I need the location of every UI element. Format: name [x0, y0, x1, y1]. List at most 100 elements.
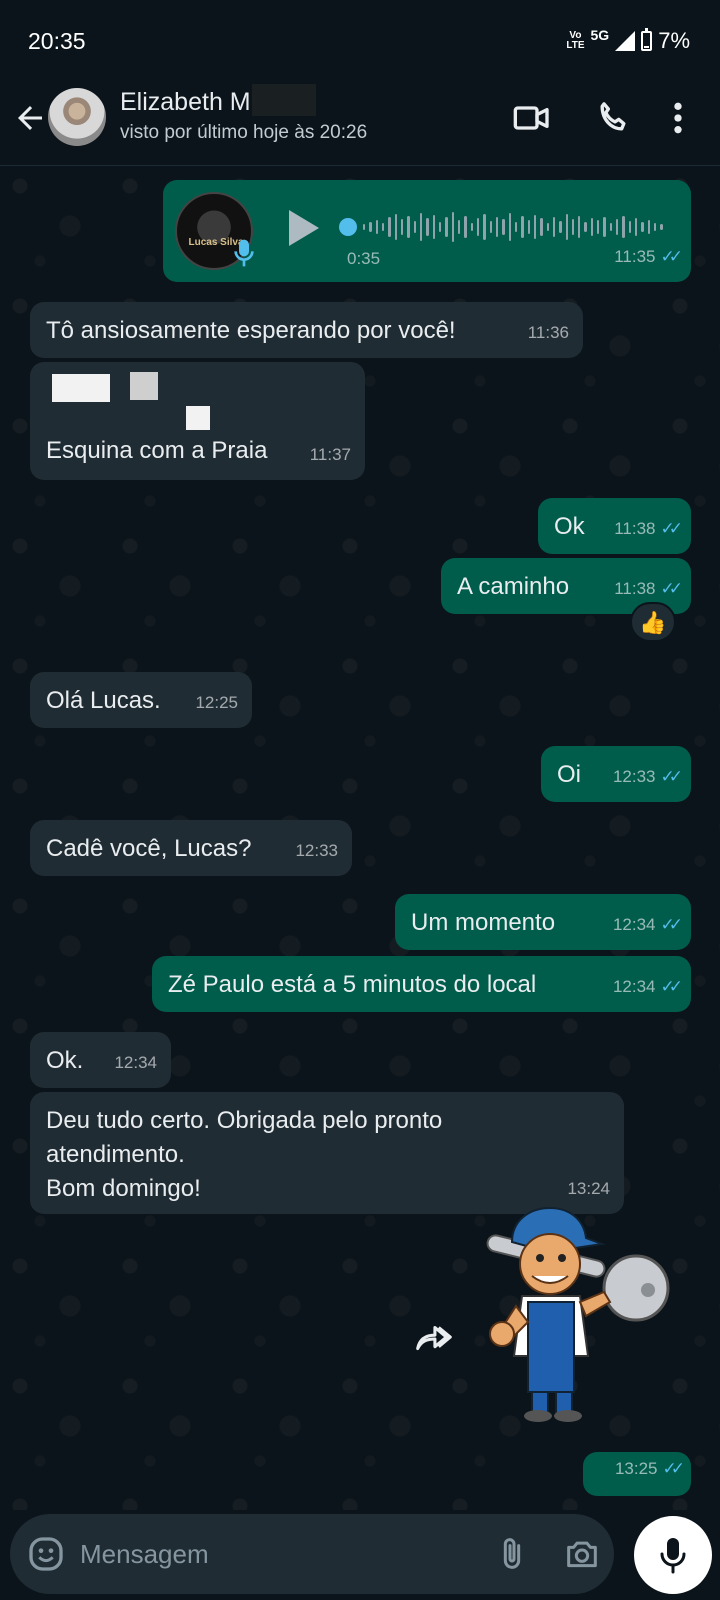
phone-icon — [600, 102, 626, 131]
message-meta: 11:37 — [310, 438, 351, 472]
composer-bar — [0, 1510, 720, 1600]
audio-scrubber[interactable] — [339, 218, 357, 236]
message-bubble-outgoing[interactable]: Zé Paulo está a 5 minutos do local 12:34… — [152, 956, 691, 1012]
message-text: A caminho — [457, 573, 570, 600]
emoji-button[interactable] — [26, 1534, 66, 1574]
video-camera-icon — [513, 106, 549, 130]
microphone-icon — [234, 239, 254, 267]
message-text: Ok — [554, 513, 585, 540]
message-time: 12:25 — [195, 693, 238, 712]
message-meta: 13:24 — [567, 1172, 610, 1206]
message-bubble-incoming[interactable]: Tô ansiosamente esperando por você! 11:3… — [30, 302, 583, 358]
message-meta: 12:34 ✓✓ — [612, 908, 683, 942]
message-meta: 12:25 — [195, 686, 238, 720]
video-call-button[interactable] — [512, 98, 552, 138]
forward-arrow-icon — [416, 1325, 452, 1351]
camera-button[interactable] — [562, 1534, 602, 1574]
volte-icon: Vo LTE — [566, 30, 585, 51]
overflow-menu-button[interactable] — [663, 98, 693, 138]
message-time: 11:38 — [614, 579, 656, 598]
read-receipt-icon: ✓✓ — [660, 977, 683, 996]
message-bubble-incoming[interactable]: Deu tudo certo. Obrigada pelo pronto ate… — [30, 1092, 624, 1214]
audio-message[interactable]: Lucas Silva 0:35 11:35 ✓✓ — [163, 180, 691, 282]
message-meta: 12:34 ✓✓ — [612, 970, 683, 1004]
read-receipt-icon: ✓✓ — [660, 915, 683, 934]
message-time: 12:33 — [295, 841, 338, 860]
message-bubble-incoming[interactable]: Olá Lucas. 12:25 — [30, 672, 252, 728]
message-meta: 12:34 — [114, 1046, 157, 1080]
arrow-left-icon — [18, 106, 42, 130]
status-indicators: Vo LTE 5G 7% — [566, 27, 690, 54]
redaction-mark — [186, 406, 210, 430]
status-time: 20:35 — [28, 28, 86, 54]
message-meta: 11:36 — [528, 316, 569, 350]
read-receipt-icon: ✓✓ — [660, 519, 683, 538]
message-text: Um momento — [411, 909, 556, 936]
sticker-image — [486, 1206, 670, 1422]
message-text: Olá Lucas. — [46, 687, 161, 714]
emoji-icon — [29, 1537, 63, 1571]
message-list[interactable]: Lucas Silva 0:35 11:35 ✓✓ Tô ansiosament… — [0, 166, 720, 1510]
message-meta: 11:35 ✓✓ — [614, 240, 683, 274]
message-input[interactable] — [80, 1532, 460, 1576]
contact-name[interactable]: Elizabeth M — [120, 88, 251, 117]
message-bubble-outgoing[interactable]: Um momento 12:34 ✓✓ — [395, 894, 691, 950]
message-text: Tô ansiosamente esperando por você! — [46, 317, 456, 344]
back-button[interactable] — [12, 100, 48, 136]
message-text: Oi — [557, 761, 581, 788]
read-receipt-icon: ✓✓ — [660, 579, 683, 598]
avatar[interactable] — [48, 88, 106, 146]
attach-button[interactable] — [492, 1534, 532, 1574]
voice-record-button[interactable] — [634, 1516, 712, 1594]
message-text: Zé Paulo está a 5 minutos do local — [168, 971, 537, 998]
locksmith-sticker[interactable] — [476, 1206, 686, 1424]
message-meta: 13:25 ✓✓ — [614, 1452, 685, 1486]
message-meta: 11:38 ✓✓ — [614, 572, 683, 606]
reaction-thumbs-up-icon[interactable]: 👍 — [630, 602, 676, 642]
message-meta: 12:33 — [295, 834, 338, 868]
message-meta: 11:38 ✓✓ — [614, 512, 683, 546]
read-receipt-icon: ✓✓ — [660, 247, 683, 266]
message-bubble-outgoing[interactable]: Oi 12:33 ✓✓ — [541, 746, 691, 802]
more-vertical-icon — [674, 102, 682, 134]
last-seen-status: visto por último hoje às 20:26 — [120, 122, 368, 143]
message-text-line: atendimento. — [46, 1141, 185, 1168]
message-time: 11:37 — [309, 445, 351, 464]
audio-duration: 0:35 — [347, 249, 381, 268]
status-bar: 20:35 Vo LTE 5G 7% — [0, 0, 720, 80]
message-bubble-incoming[interactable]: Cadê você, Lucas? 12:33 — [30, 820, 352, 876]
battery-level: 7% — [658, 28, 690, 53]
message-time: 13:25 — [614, 1459, 658, 1478]
signal-icon — [615, 31, 636, 51]
forward-button[interactable] — [410, 1316, 456, 1362]
paperclip-icon — [503, 1538, 521, 1569]
redaction-mark — [252, 84, 316, 116]
message-meta: 12:33 ✓✓ — [612, 760, 683, 794]
read-receipt-icon: ✓✓ — [662, 1459, 685, 1478]
message-time: 11:38 — [614, 519, 656, 538]
message-text: Cadê você, Lucas? — [46, 835, 252, 862]
sticker-time-badge: 13:25 ✓✓ — [583, 1452, 691, 1496]
message-text-line: Bom domingo! — [46, 1175, 201, 1202]
read-receipt-icon: ✓✓ — [660, 767, 683, 786]
message-bubble-outgoing[interactable]: Ok 11:38 ✓✓ — [538, 498, 691, 554]
battery-icon — [641, 28, 653, 51]
message-bubble-incoming[interactable]: Ok. 12:34 — [30, 1032, 171, 1088]
message-time: 12:33 — [612, 767, 656, 786]
play-button[interactable] — [289, 210, 319, 246]
composer — [10, 1514, 614, 1594]
network-type: 5G — [590, 27, 610, 43]
chat-header: Elizabeth M visto por último hoje às 20:… — [0, 80, 720, 166]
voice-call-button[interactable] — [593, 98, 633, 138]
message-text: Ok. — [46, 1047, 84, 1074]
audio-waveform[interactable] — [363, 210, 663, 244]
message-time: 13:24 — [567, 1179, 610, 1198]
redaction-mark — [52, 374, 110, 402]
message-time: 12:34 — [612, 977, 656, 996]
message-text: Esquina com a Praia — [46, 437, 268, 464]
message-bubble-incoming[interactable]: Esquina com a Praia 11:37 — [30, 362, 365, 480]
message-time: 12:34 — [612, 915, 656, 934]
message-time: 11:35 — [614, 247, 656, 266]
message-text-line: Deu tudo certo. Obrigada pelo pronto — [46, 1107, 443, 1134]
redaction-mark — [130, 372, 158, 400]
